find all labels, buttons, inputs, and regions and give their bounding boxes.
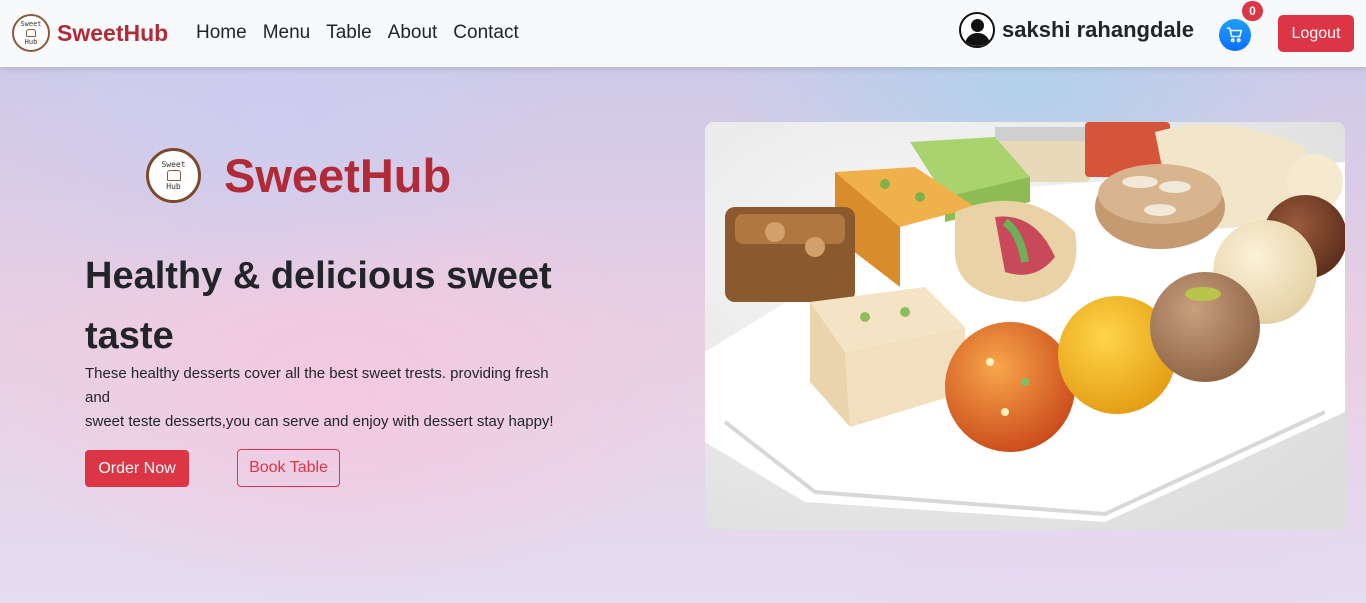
nav-link-menu[interactable]: Menu [263,22,311,44]
desc-line-2: and [85,389,111,406]
hero-logo-text-bottom: Hub [166,182,181,191]
logo-text-bottom: Hub [24,38,38,46]
logo-text-top: Sweet [20,20,42,28]
nav-link-contact[interactable]: Contact [453,22,518,44]
headline-line-1: Healthy & delicious sweet [85,255,552,297]
desc-line-3: sweet teste desserts,you can serve and e… [85,413,554,430]
user-profile[interactable]: sakshi rahangdale [959,12,1194,48]
desc-line-1: These healthy desserts cover all the bes… [85,365,549,382]
book-table-button[interactable]: Book Table [237,449,340,487]
navbar-brand[interactable]: Sweet Hub SweetHub [12,14,168,52]
navbar: Sweet Hub SweetHub Home Menu Table About… [0,0,1366,67]
cart-button[interactable] [1219,19,1251,51]
hero-logo-text-top: Sweet [161,160,186,169]
nav-link-table[interactable]: Table [326,22,371,44]
sweets-illustration [705,122,1345,530]
hero-cupcake-icon [166,170,181,181]
nav-link-home[interactable]: Home [196,22,247,44]
brand-name[interactable]: SweetHub [57,20,168,47]
user-name: sakshi rahangdale [1002,17,1194,42]
sweethub-logo: Sweet Hub [12,14,50,52]
hero-logo: Sweet Hub [146,148,201,203]
logout-button[interactable]: Logout [1278,15,1354,52]
hero-headline: Healthy & delicious sweet taste [85,246,605,366]
cart-count-badge: 0 [1242,1,1263,21]
nav-link-about[interactable]: About [388,22,438,44]
sweets-platter-image [705,122,1345,530]
headline-line-2: taste [85,315,174,357]
user-avatar-icon [959,12,995,48]
hero-title: SweetHub [224,149,452,202]
nav-links: Home Menu Table About Contact [196,22,519,44]
cart-icon [1226,27,1243,43]
hero-description: These healthy desserts cover all the bes… [85,362,585,434]
order-now-button[interactable]: Order Now [85,450,189,487]
cupcake-icon [26,29,36,37]
hero-brand: Sweet Hub SweetHub [146,148,451,203]
